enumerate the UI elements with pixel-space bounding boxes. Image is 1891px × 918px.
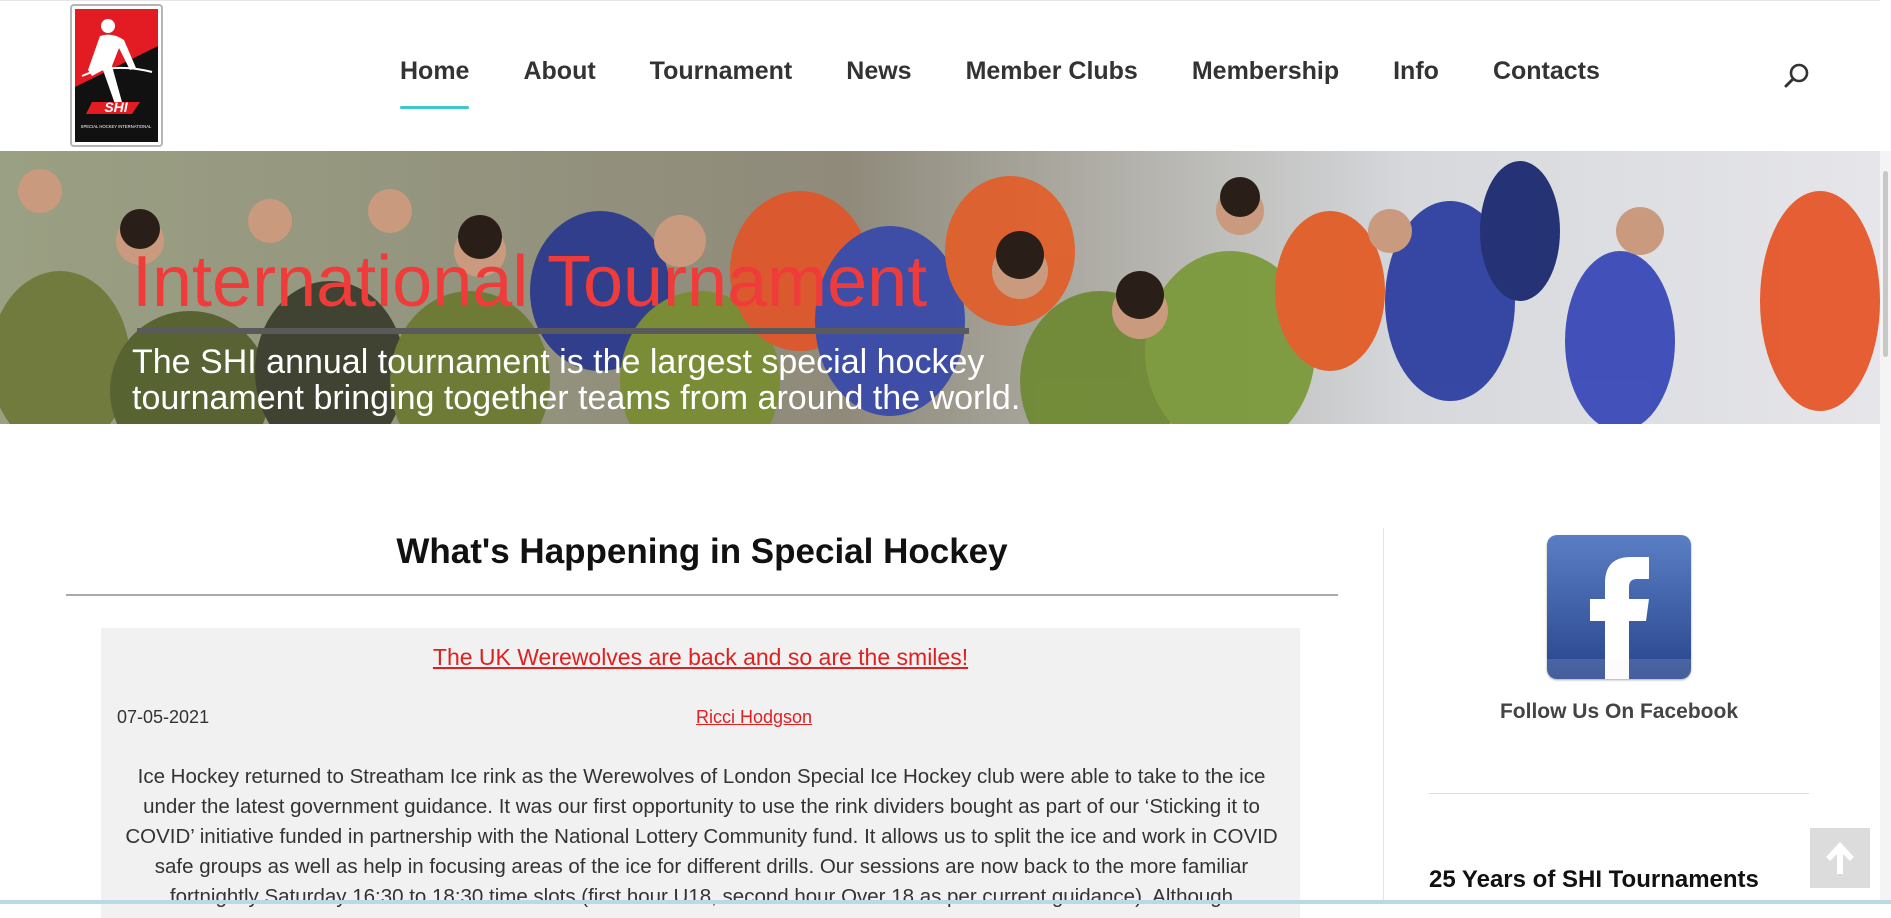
nav-home[interactable]: Home (400, 57, 470, 109)
nav-about[interactable]: About (523, 57, 595, 97)
nav-membership[interactable]: Membership (1192, 57, 1339, 97)
post-date: 07-05-2021 (117, 707, 210, 727)
sidebar-heading: 25 Years of SHI Tournaments (1429, 866, 1759, 893)
post-body: Ice Hockey returned to Streatham Ice rin… (125, 765, 1278, 908)
logo-subtext: SPECIAL HOCKEY INTERNATIONAL (81, 124, 152, 129)
hero-title: International Tournament (132, 242, 928, 322)
main-nav: Home About Tournament News Member Clubs … (400, 57, 1654, 109)
nav-member-clubs[interactable]: Member Clubs (966, 57, 1138, 97)
bottom-strip (0, 900, 1891, 904)
search-icon[interactable] (1783, 62, 1811, 90)
arrow-up-icon (1826, 842, 1854, 874)
nav-tournament[interactable]: Tournament (650, 57, 793, 97)
facebook-caption[interactable]: Follow Us On Facebook (1429, 700, 1809, 724)
section-divider (66, 594, 1338, 596)
logo-text: SHI (104, 99, 128, 115)
news-post: The UK Werewolves are back and so are th… (101, 628, 1300, 918)
shi-logo[interactable]: SHI SPECIAL HOCKEY INTERNATIONAL (70, 4, 163, 147)
nav-info[interactable]: Info (1393, 57, 1439, 97)
hero-divider (137, 328, 969, 334)
nav-news[interactable]: News (846, 57, 911, 97)
scrollbar[interactable] (1880, 151, 1891, 904)
facebook-icon[interactable] (1547, 535, 1691, 679)
scrollbar-thumb[interactable] (1883, 171, 1888, 357)
hero-subtitle: The SHI annual tournament is the largest… (132, 343, 1021, 417)
post-author-link[interactable]: Ricci Hodgson (696, 707, 812, 728)
sidebar-divider (1383, 528, 1384, 904)
section-heading: What's Happening in Special Hockey (396, 532, 1008, 571)
nav-contacts[interactable]: Contacts (1493, 57, 1600, 97)
back-to-top-button[interactable] (1810, 828, 1870, 888)
sidebar-rule (1429, 793, 1809, 794)
hero-banner: International Tournament The SHI annual … (0, 151, 1880, 424)
post-title-link[interactable]: The UK Werewolves are back and so are th… (101, 644, 1300, 671)
site-header: SHI SPECIAL HOCKEY INTERNATIONAL Home Ab… (0, 0, 1880, 152)
